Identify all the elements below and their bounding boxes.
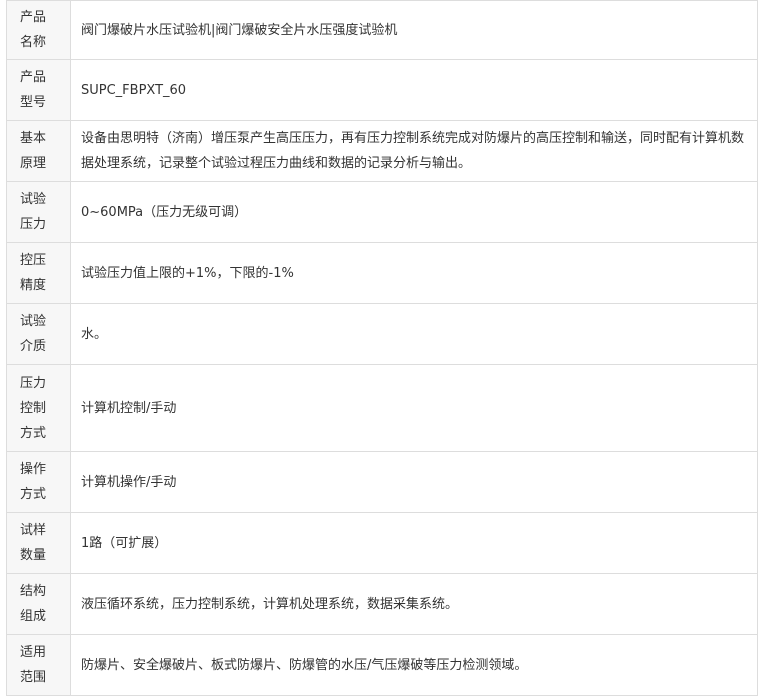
row-value: 计算机操作/手动 (70, 451, 758, 513)
row-label: 试验介质 (6, 303, 71, 365)
row-value: 计算机控制/手动 (70, 364, 758, 452)
row-value: SUPC_FBPXT_60 (70, 59, 758, 121)
row-value: 试验压力值上限的+1%，下限的-1% (70, 242, 758, 304)
row-label: 结构组成 (6, 573, 71, 635)
row-value: 水。 (70, 303, 758, 365)
table-row: 试样数量 1路（可扩展） (6, 512, 758, 574)
row-label: 操作方式 (6, 451, 71, 513)
row-value: 防爆片、安全爆破片、板式防爆片、防爆管的水压/气压爆破等压力检测领域。 (70, 634, 758, 696)
row-label: 试样数量 (6, 512, 71, 574)
row-label: 适用范围 (6, 634, 71, 696)
table-row: 基本原理 设备由思明特（济南）增压泵产生高压压力，再有压力控制系统完成对防爆片的… (6, 120, 758, 182)
row-value: 阀门爆破片水压试验机|阀门爆破安全片水压强度试验机 (70, 0, 758, 60)
row-label: 控压精度 (6, 242, 71, 304)
row-label: 试验压力 (6, 181, 71, 243)
row-value: 设备由思明特（济南）增压泵产生高压压力，再有压力控制系统完成对防爆片的高压控制和… (70, 120, 758, 182)
row-label: 产品型号 (6, 59, 71, 121)
row-value: 0~60MPa（压力无级可调） (70, 181, 758, 243)
table-row: 结构组成 液压循环系统，压力控制系统，计算机处理系统，数据采集系统。 (6, 573, 758, 635)
table-row: 控压精度 试验压力值上限的+1%，下限的-1% (6, 242, 758, 304)
table-row: 产品型号 SUPC_FBPXT_60 (6, 59, 758, 121)
table-row: 适用范围 防爆片、安全爆破片、板式防爆片、防爆管的水压/气压爆破等压力检测领域。 (6, 634, 758, 696)
row-label: 产品名称 (6, 0, 71, 60)
table-row: 操作方式 计算机操作/手动 (6, 451, 758, 513)
row-value: 液压循环系统，压力控制系统，计算机处理系统，数据采集系统。 (70, 573, 758, 635)
row-label: 压力控制方式 (6, 364, 71, 452)
table-row: 试验介质 水。 (6, 303, 758, 365)
row-label: 基本原理 (6, 120, 71, 182)
row-value: 1路（可扩展） (70, 512, 758, 574)
table-row: 试验压力 0~60MPa（压力无级可调） (6, 181, 758, 243)
table-row: 产品名称 阀门爆破片水压试验机|阀门爆破安全片水压强度试验机 (6, 0, 758, 60)
spec-table: 产品名称 阀门爆破片水压试验机|阀门爆破安全片水压强度试验机 产品型号 SUPC… (6, 0, 758, 696)
table-row: 压力控制方式 计算机控制/手动 (6, 364, 758, 452)
